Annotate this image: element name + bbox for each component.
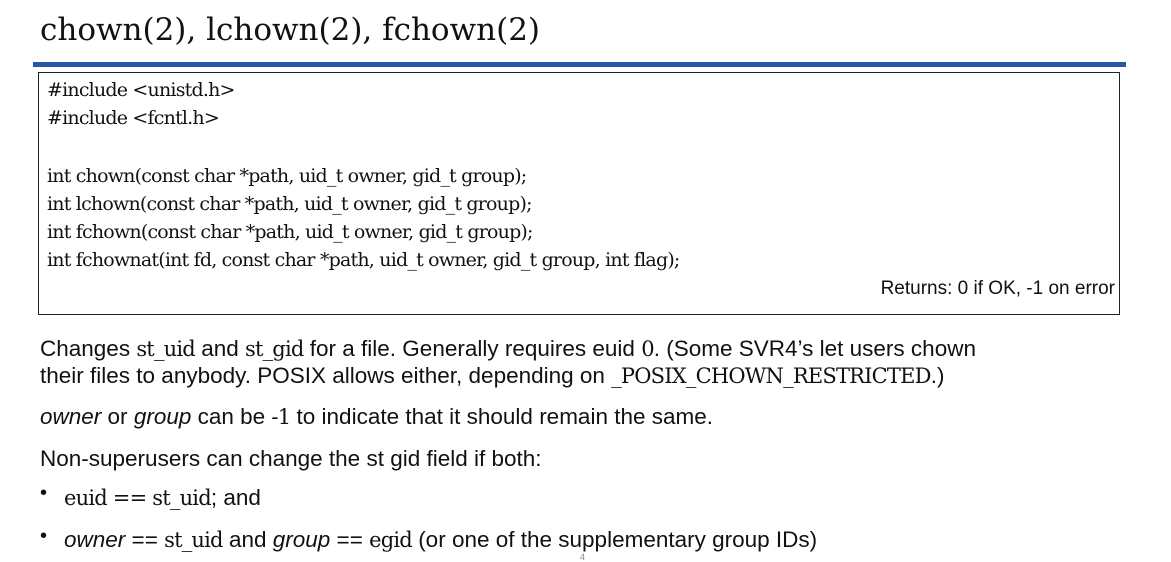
bullet-icon: •: [40, 482, 48, 504]
code-term: euid == st_uid: [64, 486, 212, 510]
text-run: to indicate that it should remain the sa…: [290, 404, 714, 429]
slide-title: chown(2), lchown(2), fchown(2): [40, 12, 541, 48]
code-term: st_uid: [164, 528, 223, 552]
code-term: egid: [369, 528, 413, 552]
code-line: int fchownat(int fd, const char *path, u…: [47, 249, 680, 271]
text-run: ; and: [210, 485, 261, 510]
param-name: owner: [40, 404, 102, 429]
param-name: group: [133, 404, 192, 429]
description-line-2: their files to anybody. POSIX allows eit…: [40, 363, 944, 389]
function-prototypes-box: #include <unistd.h> #include <fcntl.h> i…: [38, 72, 1120, 315]
code-term: st_gid: [244, 337, 304, 361]
param-name: group: [272, 527, 331, 552]
bullet-icon: •: [40, 525, 48, 547]
code-term: _POSIX_CHOWN_RESTRICTED: [611, 364, 931, 388]
title-divider: [33, 62, 1126, 67]
text-run: their files to anybody. POSIX allows eit…: [40, 363, 612, 388]
return-value-note: Returns: 0 if OK, -1 on error: [880, 278, 1115, 299]
code-term: st_uid: [136, 337, 195, 361]
text-run: can be: [191, 404, 272, 429]
text-run: and: [222, 527, 273, 552]
text-run: or: [101, 404, 134, 429]
non-superuser-note: Non-superusers can change the st gid fie…: [40, 446, 542, 471]
param-name: owner: [64, 527, 126, 552]
page-number: 4: [580, 552, 586, 562]
code-line: #include <unistd.h>: [47, 79, 235, 101]
text-run: . (Some SVR4’s let users chown: [653, 336, 976, 361]
owner-group-note: owner or group can be -1 to indicate tha…: [40, 404, 713, 430]
code-line: #include <fcntl.h>: [47, 107, 220, 129]
description-line-1: Changes st_uid and st_gid for a file. Ge…: [40, 336, 976, 362]
text-run: (or one of the supplementary group IDs): [411, 527, 818, 552]
bullet-item: owner == st_uid and group == egid (or on…: [64, 527, 817, 553]
code-term: -1: [271, 405, 291, 429]
text-run: ==: [125, 527, 165, 552]
text-run: and: [194, 336, 245, 361]
code-line: int lchown(const char *path, uid_t owner…: [47, 193, 533, 215]
text-run: for a file. Generally requires euid: [303, 336, 642, 361]
text-run: .): [930, 363, 945, 388]
bullet-item: euid == st_uid; and: [64, 485, 261, 511]
code-line: int fchown(const char *path, uid_t owner…: [47, 221, 533, 243]
code-line: int chown(const char *path, uid_t owner,…: [47, 165, 527, 187]
text-run: Changes: [40, 336, 137, 361]
code-term: 0: [641, 337, 654, 361]
text-run: ==: [330, 527, 370, 552]
